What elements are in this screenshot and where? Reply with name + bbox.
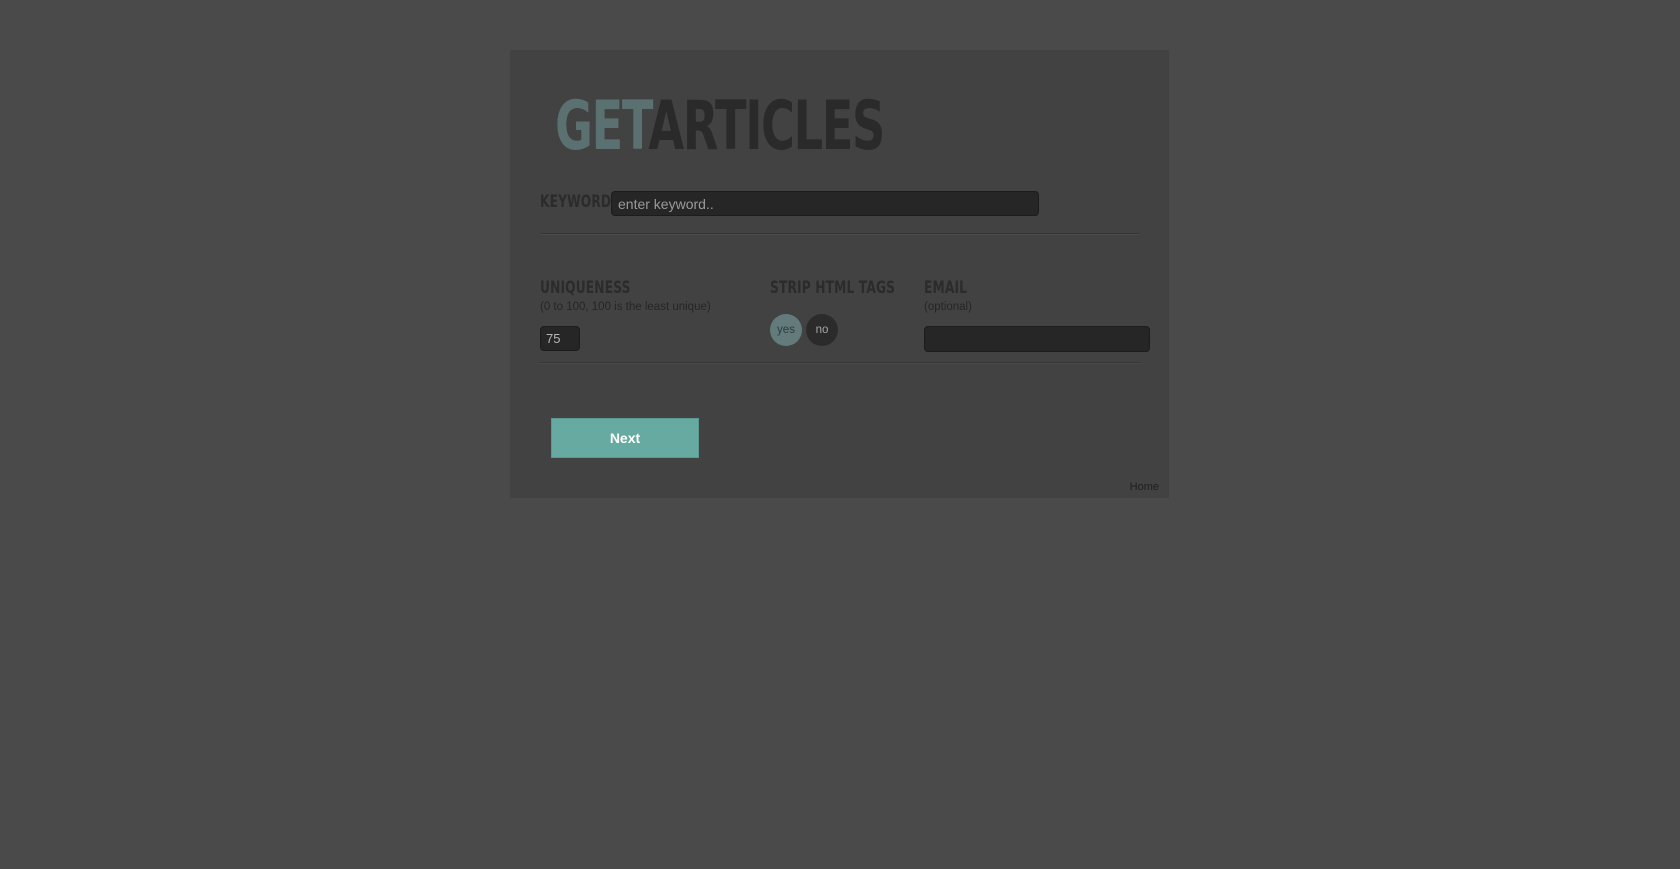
- next-button[interactable]: Next: [551, 418, 699, 458]
- divider: [540, 362, 1140, 364]
- divider: [540, 233, 1140, 235]
- logo: GETARTICLES: [555, 87, 885, 167]
- logo-articles: ARTICLES: [648, 87, 885, 166]
- uniqueness-input[interactable]: [540, 326, 580, 351]
- uniqueness-hint: (0 to 100, 100 is the least unique): [540, 301, 711, 313]
- uniqueness-label: UNIQUENESS: [540, 278, 631, 298]
- strip-html-yes-toggle[interactable]: yes: [770, 314, 802, 346]
- strip-html-label: STRIP HTML TAGS: [770, 278, 896, 298]
- home-link[interactable]: Home: [1130, 481, 1159, 493]
- form-panel: GETARTICLES KEYWORD UNIQUENESS (0 to 100…: [510, 50, 1169, 498]
- email-hint: (optional): [924, 301, 972, 313]
- email-input[interactable]: [924, 326, 1150, 352]
- logo-get: GET: [555, 87, 650, 166]
- strip-html-no-toggle[interactable]: no: [806, 314, 838, 346]
- keyword-label: KEYWORD: [540, 192, 612, 212]
- keyword-input[interactable]: [611, 191, 1039, 216]
- email-label: EMAIL: [924, 278, 968, 298]
